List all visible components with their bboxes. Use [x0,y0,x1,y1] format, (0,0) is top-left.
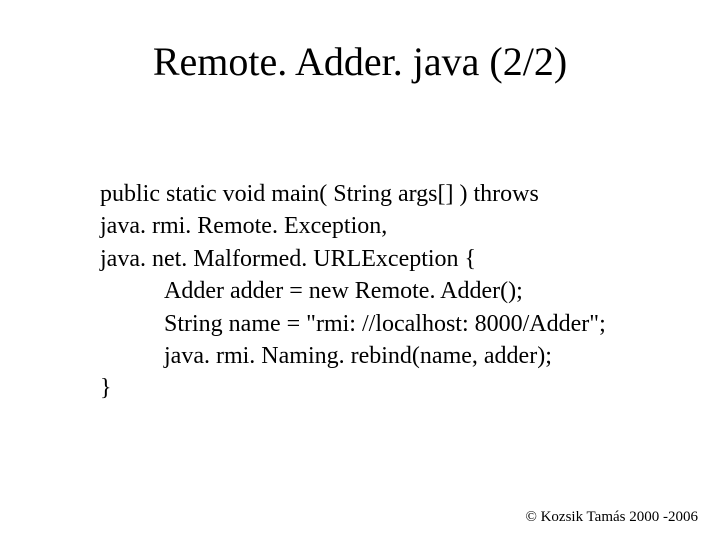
code-line: String name = "rmi: //localhost: 8000/Ad… [100,308,660,340]
code-line: public static void main( String args[] )… [100,178,660,210]
code-line: java. rmi. Remote. Exception, [100,210,660,242]
code-line: java. net. Malformed. URLException { [100,243,660,275]
slide: Remote. Adder. java (2/2) public static … [0,0,720,540]
code-line: Adder adder = new Remote. Adder(); [100,275,660,307]
slide-title: Remote. Adder. java (2/2) [0,38,720,85]
code-line: java. rmi. Naming. rebind(name, adder); [100,340,660,372]
code-line: } [100,372,660,404]
footer-copyright: © Kozsik Tamás 2000 -2006 [525,509,698,526]
code-block: public static void main( String args[] )… [100,178,660,405]
